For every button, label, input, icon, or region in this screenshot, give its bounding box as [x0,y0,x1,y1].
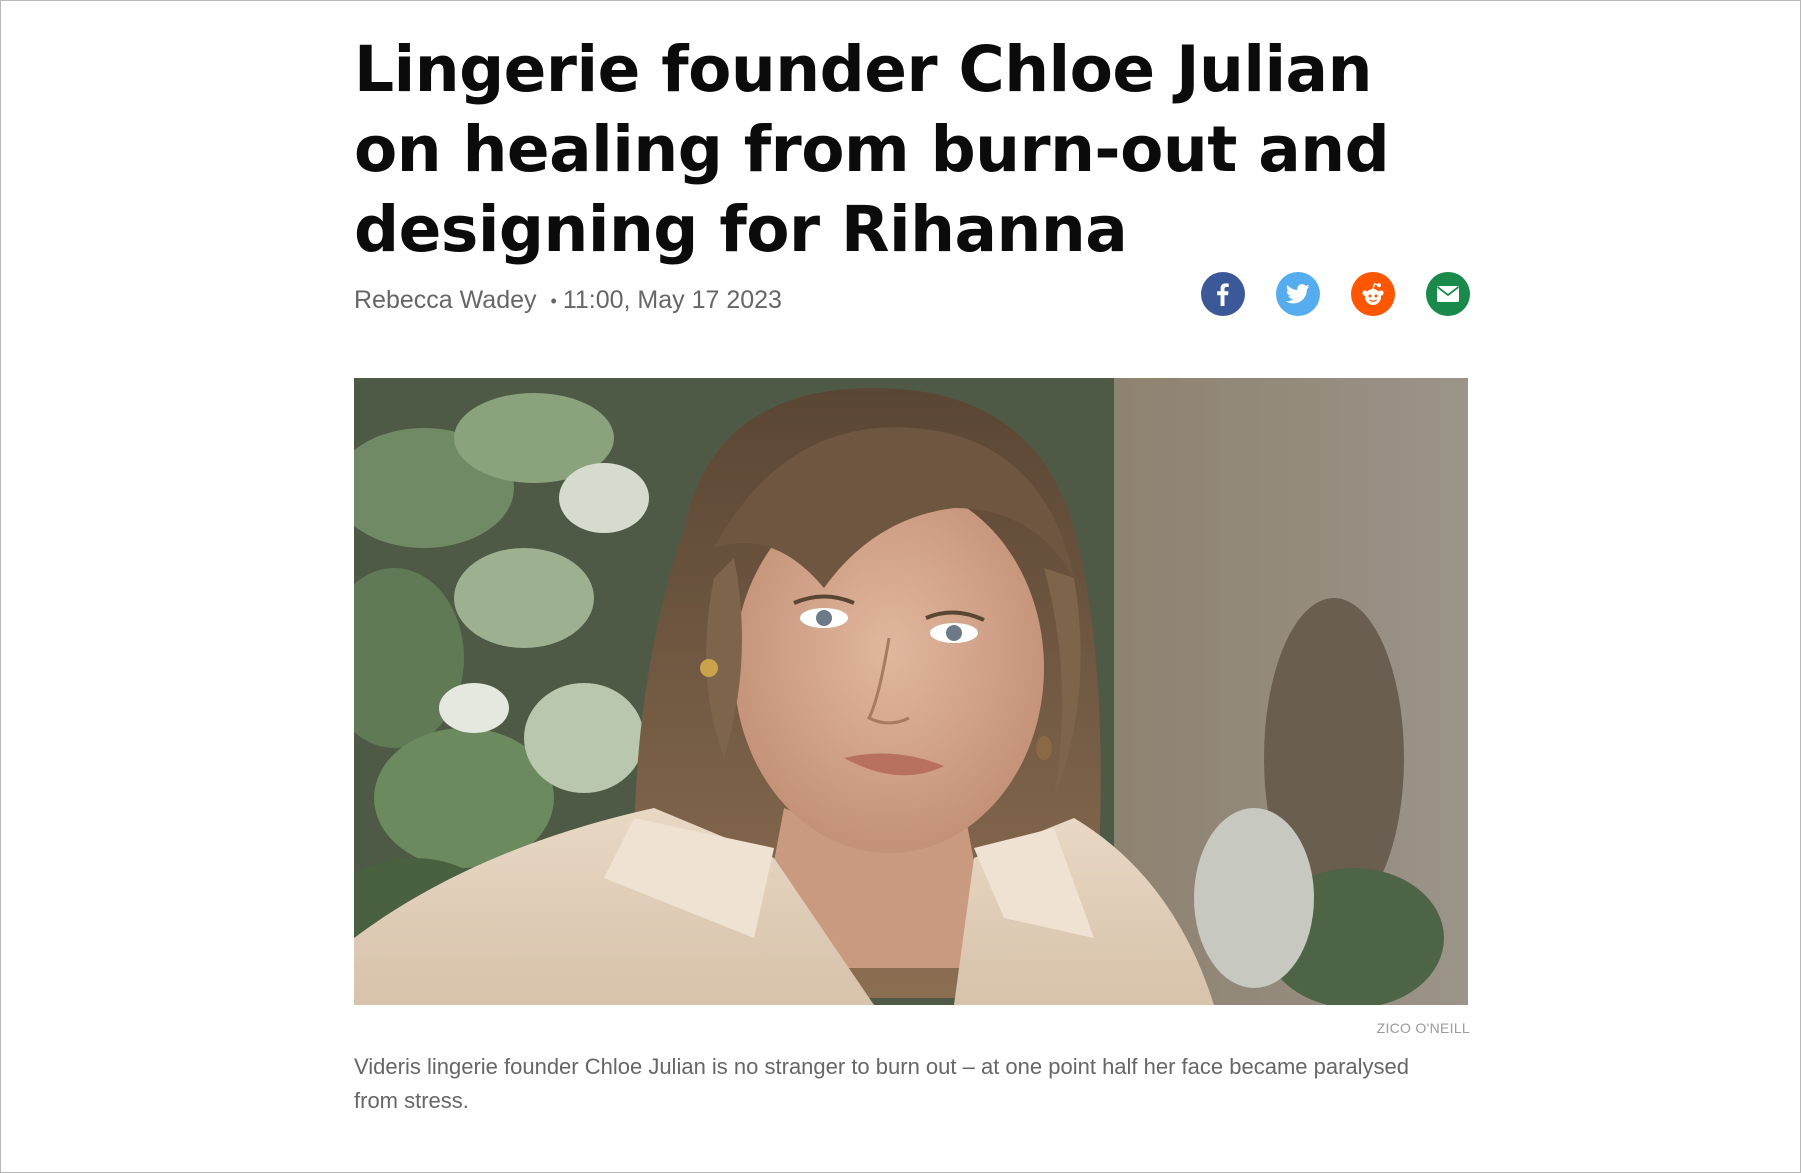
byline: Rebecca Wadey • 11:00, May 17 2023 [354,286,782,315]
photo-credit: ZICO O'NEILL [1376,1020,1470,1036]
share-facebook-button[interactable] [1201,272,1245,316]
photo-caption: Videris lingerie founder Chloe Julian is… [354,1054,1410,1113]
author-name[interactable]: Rebecca Wadey [354,286,537,314]
share-buttons [1201,272,1470,316]
hero-photo [354,378,1468,1005]
twitter-icon [1286,284,1310,304]
byline-row: Rebecca Wadey • 11:00, May 17 2023 [354,272,1470,332]
publish-timestamp: 11:00, May 17 2023 [562,286,782,314]
facebook-icon [1217,283,1229,306]
portrait-photo-illustration [354,378,1468,1005]
reddit-icon [1362,282,1384,305]
article: Lingerie founder Chloe Julian on healing… [354,30,1470,1118]
share-email-button[interactable] [1426,272,1470,316]
email-icon [1436,286,1460,302]
share-twitter-button[interactable] [1276,272,1320,316]
byline-separator: • [550,290,557,311]
article-headline: Lingerie founder Chloe Julian on healing… [354,33,1390,266]
share-reddit-button[interactable] [1351,272,1395,316]
